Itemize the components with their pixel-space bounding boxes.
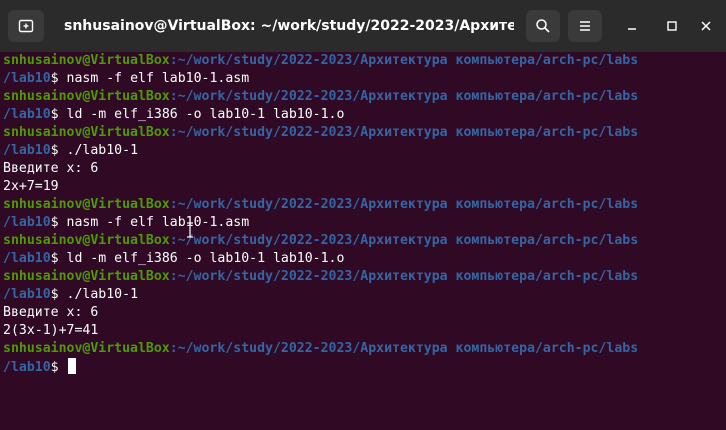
- prompt-user: snhusainov@VirtualBox: [3, 341, 170, 356]
- prompt-user: snhusainov@VirtualBox: [3, 233, 170, 248]
- search-button[interactable]: [526, 10, 560, 42]
- prompt-symbol: $: [50, 287, 59, 302]
- menu-button[interactable]: [568, 10, 602, 42]
- prompt-path-continued: /lab10: [3, 360, 51, 375]
- prompt-user: snhusainov@VirtualBox: [3, 125, 170, 140]
- prompt-line: snhusainov@VirtualBox:~/work/study/2022-…: [3, 124, 726, 142]
- current-command-line[interactable]: /lab10$: [3, 358, 726, 376]
- window-title: snhusainov@VirtualBox: ~/work/study/2022…: [64, 18, 514, 34]
- command-line: /lab10$ nasm -f elf lab10-1.asm: [3, 214, 726, 232]
- prompt-user: snhusainov@VirtualBox: [3, 89, 170, 104]
- maximize-icon: [667, 21, 677, 31]
- command-text: ./lab10-1: [66, 287, 139, 302]
- output-line: 2x+7=19: [3, 179, 59, 194]
- prompt-symbol: $: [50, 107, 59, 122]
- prompt-path-continued: /lab10: [3, 107, 51, 122]
- command-line: /lab10$ ./lab10-1: [3, 286, 726, 304]
- prompt-path: :~/work/study/2022-2023/Архитектура комп…: [169, 197, 639, 212]
- prompt-line: snhusainov@VirtualBox:~/work/study/2022-…: [3, 232, 726, 250]
- command-text: ld -m elf_i386 -o lab10-1 lab10-1.o: [66, 251, 345, 266]
- output-line: 2(3x-1)+7=41: [3, 323, 99, 338]
- prompt-symbol: $: [50, 360, 59, 375]
- prompt-symbol: $: [50, 71, 59, 86]
- command-text: nasm -f elf lab10-1.asm: [66, 71, 250, 86]
- prompt-path: :~/work/study/2022-2023/Архитектура комп…: [169, 53, 639, 68]
- mouse-ibeam-cursor-icon: [187, 222, 193, 238]
- prompt-path-continued: /lab10: [3, 143, 51, 158]
- prompt-path-continued: /lab10: [3, 71, 51, 86]
- command-text: ld -m elf_i386 -o lab10-1 lab10-1.o: [66, 107, 345, 122]
- prompt-line: snhusainov@VirtualBox:~/work/study/2022-…: [3, 88, 726, 106]
- search-icon: [536, 19, 550, 33]
- command-line: /lab10$ ./lab10-1: [3, 142, 726, 160]
- prompt-line: snhusainov@VirtualBox:~/work/study/2022-…: [3, 52, 726, 70]
- minimize-icon: [628, 28, 636, 30]
- command-line: /lab10$ ld -m elf_i386 -o lab10-1 lab10-…: [3, 106, 726, 124]
- output-line: Введите х: 6: [3, 161, 99, 176]
- prompt-path-continued: /lab10: [3, 287, 51, 302]
- prompt-path: :~/work/study/2022-2023/Архитектура комп…: [169, 341, 639, 356]
- prompt-symbol: $: [50, 215, 59, 230]
- prompt-path: :~/work/study/2022-2023/Архитектура комп…: [169, 89, 639, 104]
- command-text: nasm -f elf lab10-1.asm: [66, 215, 250, 230]
- prompt-path: :~/work/study/2022-2023/Архитектура комп…: [169, 233, 639, 248]
- terminal-output[interactable]: snhusainov@VirtualBox:~/work/study/2022-…: [0, 52, 726, 430]
- terminal-window: snhusainov@VirtualBox: ~/work/study/2022…: [0, 0, 726, 430]
- new-tab-button[interactable]: [8, 10, 44, 42]
- prompt-user: snhusainov@VirtualBox: [3, 197, 170, 212]
- command-text: ./lab10-1: [66, 143, 139, 158]
- prompt-line: snhusainov@VirtualBox:~/work/study/2022-…: [3, 268, 726, 286]
- prompt-path: :~/work/study/2022-2023/Архитектура комп…: [169, 125, 639, 140]
- prompt-symbol: $: [50, 251, 59, 266]
- new-tab-icon: [18, 19, 34, 33]
- maximize-button[interactable]: [660, 14, 684, 38]
- prompt-path-continued: /lab10: [3, 215, 51, 230]
- title-bar[interactable]: snhusainov@VirtualBox: ~/work/study/2022…: [0, 0, 726, 52]
- prompt-line: snhusainov@VirtualBox:~/work/study/2022-…: [3, 340, 726, 358]
- close-icon: [701, 21, 711, 31]
- hamburger-menu-icon: [580, 21, 590, 31]
- close-button[interactable]: [694, 14, 718, 38]
- prompt-user: snhusainov@VirtualBox: [3, 53, 170, 68]
- command-line: /lab10$ nasm -f elf lab10-1.asm: [3, 70, 726, 88]
- minimize-button[interactable]: [620, 14, 644, 38]
- prompt-symbol: $: [50, 143, 59, 158]
- prompt-path-continued: /lab10: [3, 251, 51, 266]
- output-line: Введите х: 6: [3, 305, 99, 320]
- prompt-user: snhusainov@VirtualBox: [3, 269, 170, 284]
- prompt-line: snhusainov@VirtualBox:~/work/study/2022-…: [3, 196, 726, 214]
- command-line: /lab10$ ld -m elf_i386 -o lab10-1 lab10-…: [3, 250, 726, 268]
- prompt-path: :~/work/study/2022-2023/Архитектура комп…: [169, 269, 639, 284]
- text-cursor: [67, 358, 76, 374]
